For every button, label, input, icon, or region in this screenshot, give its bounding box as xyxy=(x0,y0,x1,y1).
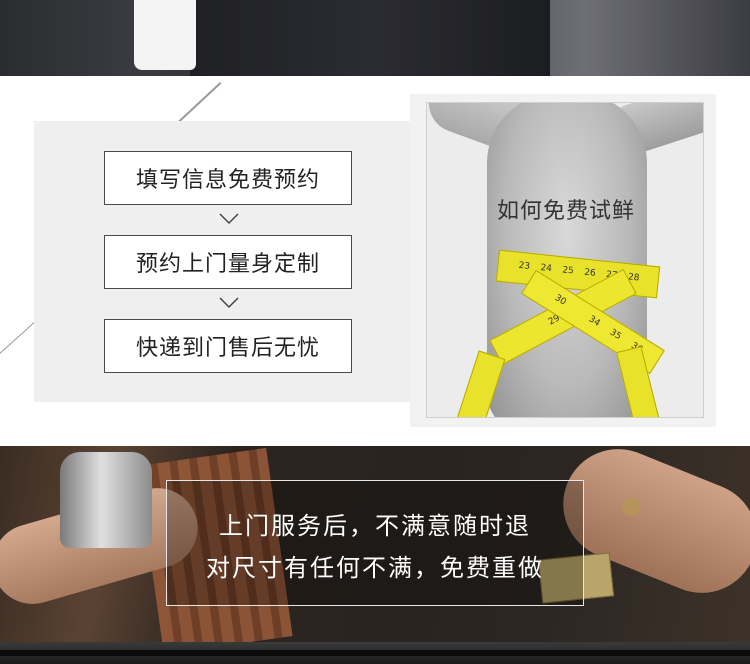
tape-number: 23 xyxy=(518,260,531,272)
step-label: 快递到门售后无忧 xyxy=(135,336,320,361)
suit-jacket-image xyxy=(190,0,550,76)
tape-number: 30 xyxy=(552,293,568,308)
step-box-1: 填写信息免费预约 xyxy=(104,151,352,205)
shirt-cuff-image xyxy=(134,0,196,70)
service-promise-box xyxy=(166,480,584,606)
service-line-1: 上门服务后，不满意随时退 xyxy=(219,512,531,540)
photo-caption: 如何免费试鲜 xyxy=(496,199,635,224)
step-label: 预约上门量身定制 xyxy=(135,252,320,277)
bottom-divider xyxy=(0,650,750,656)
service-line-2: 对尺寸有任何不满，免费重做 xyxy=(206,554,544,582)
chevron-down-icon xyxy=(219,297,239,309)
step-box-2: 预约上门量身定制 xyxy=(104,235,352,289)
thimble-image xyxy=(60,452,152,548)
measuring-tape-photo: 23 24 25 26 27 28 29 30 34 35 36 如何免费试鲜 xyxy=(426,102,704,418)
tape-number: 35 xyxy=(607,327,623,343)
button-image xyxy=(622,498,640,516)
chevron-down-icon xyxy=(219,213,239,225)
step-label: 填写信息免费预约 xyxy=(135,168,320,193)
tape-number: 34 xyxy=(586,314,602,329)
tape-number: 25 xyxy=(561,265,575,277)
step-box-3: 快递到门售后无忧 xyxy=(104,319,352,373)
decorative-diagonal-line xyxy=(0,322,35,363)
tape-number: 26 xyxy=(583,267,597,279)
